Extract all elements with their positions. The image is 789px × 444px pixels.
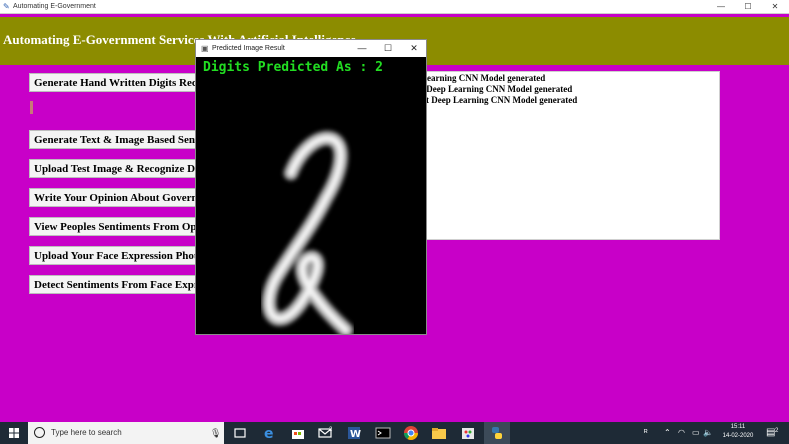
output-line: t Deep Learning CNN Model generated	[421, 84, 573, 94]
output-line: Learning CNN Model generated	[421, 73, 546, 83]
search-placeholder: Type here to search	[51, 428, 122, 437]
popup-title: Predicted Image Result	[212, 45, 285, 52]
view-sentiments-button[interactable]: View Peoples Sentiments From Opinions	[29, 217, 204, 236]
chrome-icon[interactable]	[403, 425, 419, 441]
chevron-up-icon[interactable]: ⌃	[664, 422, 671, 444]
detect-face-sentiment-button[interactable]: Detect Sentiments From Face Expression P…	[29, 275, 204, 294]
taskbar: Type here to search 🎙 e 2 W ᴿ ⌃ ◠ ▭ 🔈 15…	[0, 422, 789, 444]
popup-maximize-button[interactable]: ☐	[375, 40, 401, 57]
store-icon[interactable]	[290, 425, 306, 441]
feather-icon: ✎	[3, 2, 10, 11]
network-icon[interactable]: ◠	[678, 422, 685, 444]
microphone-icon[interactable]: 🎙	[210, 422, 221, 444]
prediction-popup-window: ▣ Predicted Image Result — ☐ ✕ Digits Pr…	[195, 39, 427, 335]
battery-icon[interactable]: ▭	[692, 422, 700, 444]
window-titlebar: ✎ Automating E-Government — ☐ ✕	[0, 0, 789, 14]
prediction-label: Digits Predicted As : 2	[203, 60, 384, 75]
upload-face-photo-button[interactable]: Upload Your Face Expression Photo About …	[29, 246, 204, 265]
notification-count: 2	[775, 428, 779, 434]
maximize-button[interactable]: ☐	[737, 0, 759, 13]
word-icon[interactable]: W	[346, 425, 362, 441]
taskbar-search-box[interactable]: Type here to search 🎙	[28, 422, 224, 444]
paint-icon[interactable]	[460, 425, 476, 441]
people-icon[interactable]: ᴿ	[644, 422, 648, 444]
python-icon[interactable]	[489, 425, 505, 441]
window-title: Automating E-Government	[13, 3, 96, 10]
svg-text:W: W	[350, 429, 361, 440]
taskbar-clock[interactable]: 15:11 14-02-2020	[713, 423, 763, 441]
digit-image	[196, 78, 426, 334]
terminal-icon[interactable]	[375, 425, 391, 441]
popup-minimize-button[interactable]: —	[349, 40, 375, 57]
svg-text:e: e	[264, 426, 274, 441]
edge-icon[interactable]: e	[261, 425, 277, 441]
task-view-icon[interactable]	[232, 425, 248, 441]
volume-icon[interactable]: 🔈	[703, 422, 713, 444]
windows-start-icon[interactable]	[0, 422, 28, 444]
minimize-button[interactable]: —	[710, 0, 732, 13]
clock-date: 14-02-2020	[722, 433, 754, 439]
file-explorer-icon[interactable]	[431, 425, 447, 441]
upload-test-image-button[interactable]: Upload Test Image & Recognize Digit	[29, 159, 204, 178]
output-text-area[interactable]: Learning CNN Model generated t Deep Lear…	[410, 71, 720, 240]
cortana-icon	[34, 427, 45, 438]
generate-digits-model-button[interactable]: Generate Hand Written Digits Recognition…	[29, 73, 204, 92]
clock-time: 15:11	[730, 424, 746, 430]
output-line: nt Deep Learning CNN Model generated	[421, 95, 578, 105]
generate-sentiment-model-button[interactable]: Generate Text & Image Based Sentiment De…	[29, 130, 204, 149]
write-opinion-button[interactable]: Write Your Opinion About Government Poli…	[29, 188, 204, 207]
text-entry-field[interactable]	[30, 101, 33, 114]
mail-badge: 2	[329, 427, 333, 433]
window-icon: ▣	[201, 44, 209, 53]
popup-close-button[interactable]: ✕	[401, 40, 427, 57]
close-button[interactable]: ✕	[764, 0, 786, 13]
popup-titlebar: ▣ Predicted Image Result — ☐ ✕	[196, 40, 426, 57]
